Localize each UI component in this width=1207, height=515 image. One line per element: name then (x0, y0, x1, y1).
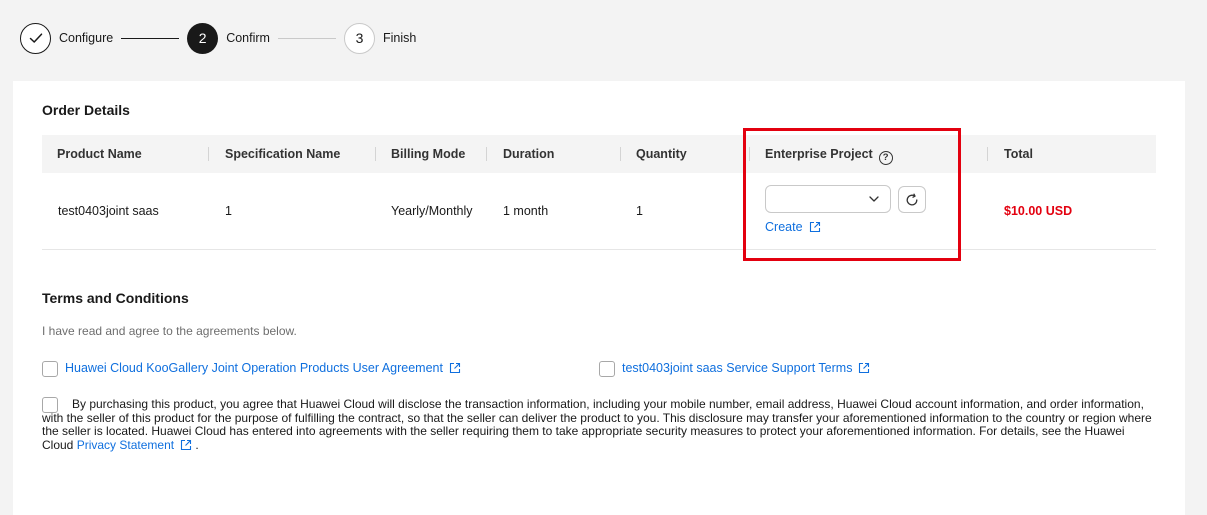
user-agreement-link[interactable]: Huawei Cloud KooGallery Joint Operation … (65, 361, 461, 375)
step-finish-circle: 3 (343, 22, 375, 54)
column-divider (987, 147, 988, 161)
cell-total-price: $10.00 USD (1004, 204, 1073, 218)
col-billing-mode: Billing Mode (391, 147, 466, 161)
col-total: Total (1004, 147, 1033, 161)
step-confirm-label: Confirm (226, 31, 270, 45)
service-support-terms-label: test0403joint saas Service Support Terms (622, 361, 853, 375)
service-support-terms-link[interactable]: test0403joint saas Service Support Terms (622, 361, 870, 375)
user-agreement-label: Huawei Cloud KooGallery Joint Operation … (65, 361, 443, 375)
disclosure-text: By purchasing this product, you agree th… (42, 397, 1158, 452)
col-product-name: Product Name (57, 147, 142, 161)
disclosure-body: By purchasing this product, you agree th… (42, 397, 1152, 452)
order-table-header: Product Name Specification Name Billing … (42, 135, 1156, 173)
step-finish-label: Finish (382, 31, 417, 45)
cell-billing-mode: Yearly/Monthly (391, 204, 473, 218)
terms-title: Terms and Conditions (42, 290, 189, 306)
column-divider (208, 147, 209, 161)
agreement-checkbox-1[interactable] (42, 361, 58, 377)
order-details-title: Order Details (42, 102, 130, 118)
col-duration: Duration (503, 147, 555, 161)
step-connector (277, 37, 336, 39)
column-divider (486, 147, 487, 161)
external-link-icon (859, 362, 870, 374)
cell-product-name: test0403joint saas (58, 204, 159, 218)
step-configure-circle (20, 22, 51, 54)
privacy-statement-link[interactable]: Privacy Statement (77, 438, 192, 452)
step-configure-label: Configure (59, 31, 114, 45)
step-connector (121, 37, 180, 39)
cell-duration: 1 month (503, 204, 549, 218)
order-card: Order Details Product Name Specification… (13, 81, 1185, 515)
external-link-icon (181, 439, 192, 450)
terms-intro: I have read and agree to the agreements … (42, 324, 297, 338)
disclosure-period: . (195, 437, 199, 452)
cell-specification-name: 1 (225, 204, 232, 218)
col-specification-name: Specification Name (225, 147, 341, 161)
column-divider (620, 147, 621, 161)
privacy-statement-label: Privacy Statement (76, 437, 175, 452)
column-divider (375, 147, 376, 161)
external-link-icon (449, 362, 461, 374)
agreement-checkbox-2[interactable] (599, 361, 615, 377)
checkmark-icon (29, 33, 42, 43)
cell-quantity: 1 (636, 204, 643, 218)
progress-stepper: Configure 2 Confirm 3 Finish (20, 22, 416, 54)
col-quantity: Quantity (636, 147, 687, 161)
step-confirm-circle: 2 (187, 22, 219, 54)
table-row-divider (42, 249, 1156, 250)
highlight-annotation-box (743, 128, 961, 261)
